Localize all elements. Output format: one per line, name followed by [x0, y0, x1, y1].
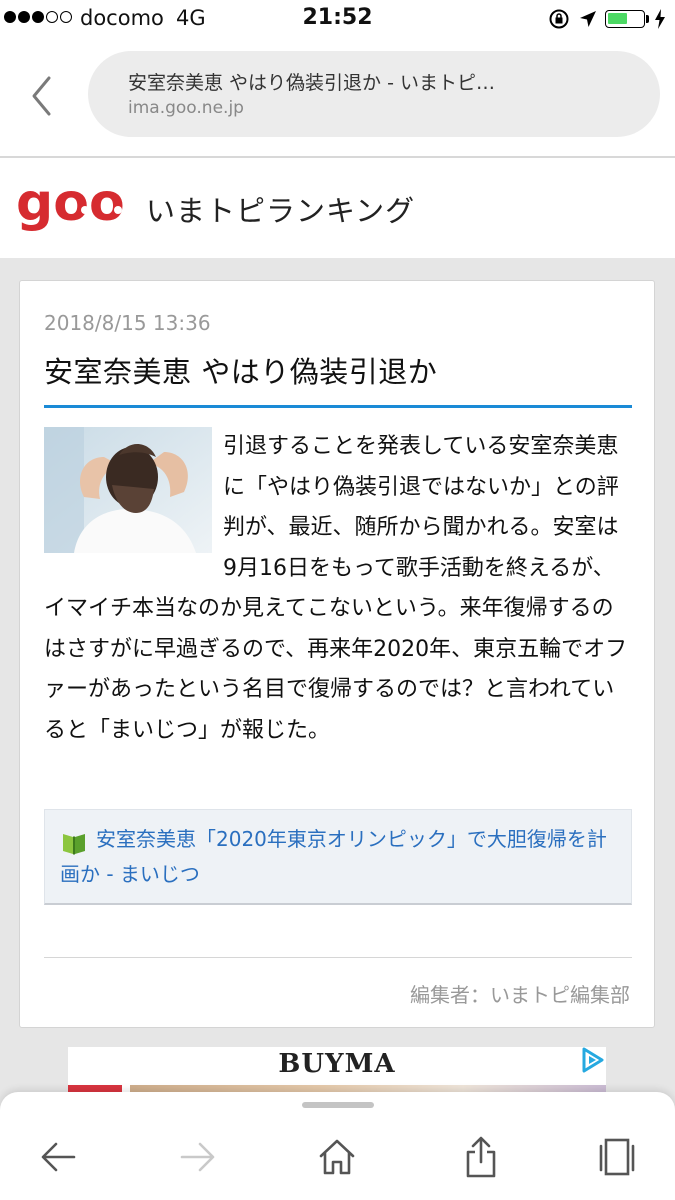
site-subtitle: いまトピランキング: [146, 194, 416, 228]
adchoices-icon[interactable]: [578, 1046, 606, 1078]
tabs-icon[interactable]: [592, 1132, 642, 1182]
charging-bolt-icon: [654, 9, 666, 33]
rotation-lock-icon: [548, 8, 570, 34]
title-underline: [44, 405, 632, 408]
article-title: 安室奈美恵 やはり偽装引退か: [44, 355, 438, 389]
url-domain: ima.goo.ne.jp: [128, 98, 244, 118]
browser-nav-bar: 安室奈美恵 やはり偽装引退か - いまトピ… ima.goo.ne.jp: [0, 38, 675, 156]
url-page-title: 安室奈美恵 やはり偽装引退か - いまトピ…: [128, 72, 495, 94]
toolbar-handle[interactable]: [302, 1102, 374, 1108]
goo-logo[interactable]: goo: [16, 173, 134, 246]
article-card: 2018/8/15 13:36 安室奈美恵 やはり偽装引退か 引退することを発表…: [19, 280, 655, 1028]
related-article-link[interactable]: 安室奈美恵「2020年東京オリンピック」で大胆復帰を計画か - まいじつ: [60, 822, 620, 892]
share-icon[interactable]: [456, 1132, 506, 1182]
related-article[interactable]: 安室奈美恵「2020年東京オリンピック」で大胆復帰を計画か - まいじつ: [44, 809, 632, 905]
home-icon[interactable]: [312, 1132, 362, 1182]
forward-arrow-icon[interactable]: [172, 1132, 222, 1182]
card-divider: [44, 957, 632, 958]
article-body: 引退することを発表している安室奈美恵に「やはり偽装引退ではないか」との評判が、最…: [44, 427, 632, 751]
back-arrow-icon[interactable]: [34, 1132, 84, 1182]
site-header: goo いまトピランキング: [0, 158, 675, 258]
back-chevron-icon[interactable]: [22, 68, 62, 124]
status-bar: docomo 4G 21:52: [0, 0, 675, 38]
ad-brand: BUYMA: [278, 1049, 396, 1079]
url-bar[interactable]: 安室奈美恵 やはり偽装引退か - いまトピ… ima.goo.ne.jp: [88, 51, 660, 137]
location-arrow-icon: [579, 10, 597, 32]
browser-toolbar: [0, 1092, 675, 1200]
article-date: 2018/8/15 13:36: [44, 311, 211, 335]
status-time: 21:52: [302, 5, 373, 30]
article-editor: 編集者：いまトピ編集部: [410, 983, 630, 1007]
battery-icon: [605, 10, 645, 28]
svg-text:goo: goo: [16, 176, 125, 233]
